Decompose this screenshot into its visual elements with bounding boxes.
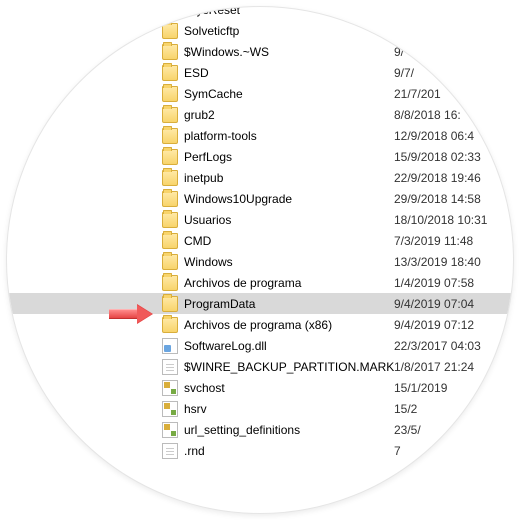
item-name: SoftwareLog.dll bbox=[184, 339, 394, 353]
item-date: 9/4/2019 07:12 bbox=[394, 318, 474, 332]
list-item[interactable]: Windows10Upgrade29/9/2018 14:58 bbox=[7, 188, 514, 209]
folder-icon bbox=[162, 254, 178, 270]
item-name: url_setting_definitions bbox=[184, 423, 394, 437]
list-item[interactable]: ESD9/7/ bbox=[7, 62, 514, 83]
item-name: Archivos de programa bbox=[184, 276, 394, 290]
list-item[interactable]: Archivos de programa1/4/2019 07:58 bbox=[7, 272, 514, 293]
item-date: 15/9/2018 02:33 bbox=[394, 150, 481, 164]
item-date: 7/3/2019 11:48 bbox=[394, 234, 473, 248]
list-item[interactable]: SymCache21/7/201 bbox=[7, 83, 514, 104]
item-name: PerfLogs bbox=[184, 150, 394, 164]
folder-icon bbox=[162, 44, 178, 60]
item-date: 9/ bbox=[394, 45, 404, 59]
item-name: CMD bbox=[184, 234, 394, 248]
folder-icon bbox=[162, 170, 178, 186]
file-list: ..sysResetSolveticftp$Windows.~WS9/ESD9/… bbox=[7, 6, 514, 461]
file-icon bbox=[162, 359, 178, 375]
ini-icon bbox=[162, 422, 178, 438]
folder-icon bbox=[162, 6, 178, 18]
item-name: Windows10Upgrade bbox=[184, 192, 394, 206]
item-date: 9/4/2019 07:04 bbox=[394, 297, 474, 311]
item-name: hsrv bbox=[184, 402, 394, 416]
item-name: ProgramData bbox=[184, 297, 394, 311]
list-item[interactable]: Windows13/3/2019 18:40 bbox=[7, 251, 514, 272]
arrow-head bbox=[137, 304, 153, 324]
list-item[interactable]: Usuarios18/10/2018 10:31 bbox=[7, 209, 514, 230]
list-item[interactable]: svchost15/1/2019 bbox=[7, 377, 514, 398]
item-date: 18/10/2018 10:31 bbox=[394, 213, 487, 227]
folder-icon bbox=[162, 233, 178, 249]
list-item[interactable]: .rnd7 bbox=[7, 440, 514, 461]
ini-icon bbox=[162, 380, 178, 396]
folder-icon bbox=[162, 86, 178, 102]
item-name: SymCache bbox=[184, 87, 394, 101]
list-item[interactable]: inetpub22/9/2018 19:46 bbox=[7, 167, 514, 188]
item-date: 7 bbox=[394, 444, 401, 458]
folder-icon bbox=[162, 317, 178, 333]
list-item[interactable]: platform-tools12/9/2018 06:4 bbox=[7, 125, 514, 146]
list-item[interactable]: grub28/8/2018 16: bbox=[7, 104, 514, 125]
item-name: $Windows.~WS bbox=[184, 45, 394, 59]
item-date: 9/7/ bbox=[394, 66, 414, 80]
item-name: Archivos de programa (x86) bbox=[184, 318, 394, 332]
arrow-shaft bbox=[109, 309, 137, 319]
folder-icon bbox=[162, 65, 178, 81]
highlight-arrow bbox=[109, 304, 155, 324]
item-name: inetpub bbox=[184, 171, 394, 185]
item-name: grub2 bbox=[184, 108, 394, 122]
item-date: 15/1/2019 bbox=[394, 381, 447, 395]
item-date: 22/9/2018 19:46 bbox=[394, 171, 481, 185]
list-item[interactable]: Archivos de programa (x86)9/4/2019 07:12 bbox=[7, 314, 514, 335]
folder-icon bbox=[162, 128, 178, 144]
item-date: 15/2 bbox=[394, 402, 417, 416]
item-name: $WINRE_BACKUP_PARTITION.MARKER bbox=[184, 360, 394, 374]
list-item[interactable]: ..sysReset bbox=[7, 6, 514, 20]
folder-icon bbox=[162, 149, 178, 165]
item-date: 21/7/201 bbox=[394, 87, 441, 101]
item-date: 12/9/2018 06:4 bbox=[394, 129, 474, 143]
item-date: 1/4/2019 07:58 bbox=[394, 276, 474, 290]
list-item[interactable]: url_setting_definitions23/5/ bbox=[7, 419, 514, 440]
folder-icon bbox=[162, 107, 178, 123]
item-name: Solveticftp bbox=[184, 24, 394, 38]
folder-icon bbox=[162, 191, 178, 207]
item-date: 13/3/2019 18:40 bbox=[394, 255, 481, 269]
item-name: svchost bbox=[184, 381, 394, 395]
folder-icon bbox=[162, 275, 178, 291]
item-name: platform-tools bbox=[184, 129, 394, 143]
item-date: 23/5/ bbox=[394, 423, 421, 437]
file-icon bbox=[162, 443, 178, 459]
list-item[interactable]: ProgramData9/4/2019 07:04 bbox=[7, 293, 514, 314]
list-item[interactable]: $Windows.~WS9/ bbox=[7, 41, 514, 62]
item-name: .rnd bbox=[184, 444, 394, 458]
list-item[interactable]: SoftwareLog.dll22/3/2017 04:03 bbox=[7, 335, 514, 356]
item-date: 29/9/2018 14:58 bbox=[394, 192, 481, 206]
list-item[interactable]: hsrv15/2 bbox=[7, 398, 514, 419]
circle-viewport: ..sysResetSolveticftp$Windows.~WS9/ESD9/… bbox=[6, 6, 514, 514]
dll-icon bbox=[162, 338, 178, 354]
ini-icon bbox=[162, 401, 178, 417]
item-name: Usuarios bbox=[184, 213, 394, 227]
folder-icon bbox=[162, 296, 178, 312]
folder-icon bbox=[162, 23, 178, 39]
item-date: 22/3/2017 04:03 bbox=[394, 339, 481, 353]
item-name: ..sysReset bbox=[184, 6, 394, 17]
item-date: 1/8/2017 21:24 bbox=[394, 360, 474, 374]
folder-icon bbox=[162, 212, 178, 228]
item-name: ESD bbox=[184, 66, 394, 80]
list-item[interactable]: CMD7/3/2019 11:48 bbox=[7, 230, 514, 251]
list-item[interactable]: $WINRE_BACKUP_PARTITION.MARKER1/8/2017 2… bbox=[7, 356, 514, 377]
list-item[interactable]: Solveticftp bbox=[7, 20, 514, 41]
list-item[interactable]: PerfLogs15/9/2018 02:33 bbox=[7, 146, 514, 167]
item-name: Windows bbox=[184, 255, 394, 269]
item-date: 8/8/2018 16: bbox=[394, 108, 461, 122]
